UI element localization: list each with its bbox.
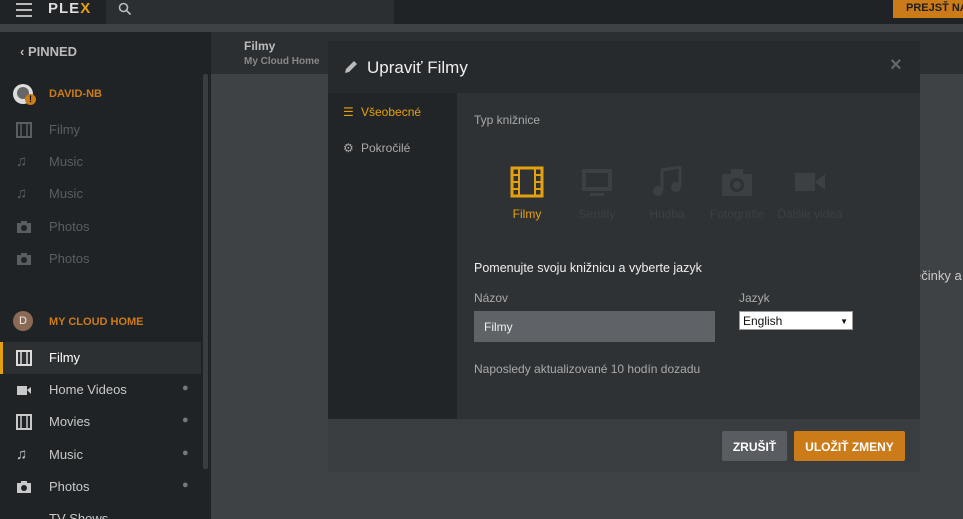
dialog-tabs: ☰ Všeobecné ⚙ Pokročilé [328,93,457,419]
music-icon [653,165,682,196]
pin-icon[interactable]: ● [182,447,189,459]
dropdown-arrow-icon: ▼ [840,317,848,326]
camera-icon [722,169,752,196]
top-bar: PLEX PREJSŤ NA [0,0,963,24]
type-label: Ďalšie videá [777,207,843,221]
warning-icon: ! [25,94,36,105]
sidebar-item-label: Movies [49,414,91,429]
sidebar-item-filmy[interactable]: Filmy [0,114,201,146]
server-name[interactable]: MY CLOUD HOME [49,316,144,328]
sidebar-item-photos[interactable]: Photos ● [0,471,201,503]
sidebar-item-tv-shows[interactable]: TV Shows [0,503,201,519]
sidebar-item-music[interactable]: ♫ Music [0,178,201,210]
sidebar-item-photos[interactable]: Photos [0,243,201,275]
language-value: English [743,314,783,328]
video-camera-icon [17,386,31,395]
sidebar-item-filmy[interactable]: Filmy [0,342,201,374]
sidebar-item-label: Music [49,154,83,169]
gear-icon: ⚙ [343,141,354,155]
dialog-title: Upraviť Filmy [367,58,468,77]
name-label: Názov [474,291,509,305]
sidebar-item-photos[interactable]: Photos [0,211,201,243]
pin-icon[interactable]: ● [182,414,189,426]
page-subtitle: My Cloud Home [244,56,320,67]
film-icon [510,166,544,198]
close-icon[interactable]: × [890,54,902,77]
plex-logo[interactable]: PLEX [48,0,91,18]
pinned-toggle[interactable]: ‹ PINNED [20,44,77,59]
tv-icon [582,169,612,196]
sidebar-item-label: Home Videos [49,382,127,397]
sidebar-item-label: Filmy [49,122,81,137]
sidebar-item-movies[interactable]: Movies ● [0,406,201,438]
video-camera-icon [795,173,825,191]
sidebar-item-label: TV Shows [49,511,109,519]
pin-icon[interactable]: ● [182,479,189,491]
sidebar-item-label: Music [49,186,83,201]
sidebar-item-label: Photos [49,219,90,234]
music-icon: ♫ [16,153,28,170]
last-updated-text: Naposledy aktualizované 10 hodín dozadu [474,362,701,376]
pin-icon[interactable]: ● [182,382,189,394]
film-icon [16,414,32,430]
search-icon [118,2,132,16]
background-text: ečinky a [914,268,962,283]
cancel-button[interactable]: ZRUŠIŤ [722,431,787,461]
save-changes-button[interactable]: ULOŽIŤ ZMENY [794,431,905,461]
library-type-label: Typ knižnice [474,113,541,127]
sidebar-scrollbar[interactable] [203,74,208,469]
sidebar-item-label: Photos [49,479,90,494]
film-icon [16,122,32,138]
camera-icon [17,253,31,265]
language-select[interactable]: English ▼ [739,311,853,330]
sidebar-item-music[interactable]: ♫ Music ● [0,439,201,471]
list-icon: ☰ [343,105,354,119]
camera-icon [17,481,31,493]
server-avatar: ! [13,84,36,105]
tab-label: Pokročilé [361,141,411,155]
go-premium-button[interactable]: PREJSŤ NA [893,0,963,18]
tab-general[interactable]: ☰ Všeobecné [343,105,421,119]
pencil-icon [345,61,357,73]
menu-icon[interactable] [16,3,32,17]
server-avatar: D [13,311,33,331]
tab-advanced[interactable]: ⚙ Pokročilé [343,141,410,155]
type-other-videos[interactable]: Ďalšie videá [765,166,855,221]
language-label: Jazyk [739,291,770,305]
music-icon: ♫ [16,185,28,202]
music-icon: ♫ [16,446,28,463]
sidebar: ‹ PINNED ! DAVID-NB Filmy ♫ Music ♫ Musi… [0,32,211,519]
server-name[interactable]: DAVID-NB [49,88,102,100]
sidebar-item-music[interactable]: ♫ Music [0,146,201,178]
page-title: Filmy [244,39,276,53]
sidebar-item-home-videos[interactable]: Home Videos ● [0,374,201,406]
sidebar-item-label: Filmy [49,350,81,365]
library-name-input[interactable] [474,311,715,342]
camera-icon [17,221,31,233]
edit-library-dialog: Upraviť Filmy × ☰ Všeobecné ⚙ Pokročilé Ty… [328,41,920,472]
sidebar-item-label: Photos [49,251,90,266]
tab-label: Všeobecné [361,105,422,119]
name-section-heading: Pomenujte svoju knižnicu a vyberte jazyk [474,261,702,275]
dialog-content: Typ knižnice Filmy Seriály Hudba Fotogra… [457,93,920,419]
dialog-footer: ZRUŠIŤ ULOŽIŤ ZMENY [328,419,920,472]
dialog-header: Upraviť Filmy × [328,41,920,93]
search-input[interactable] [106,0,394,24]
sidebar-item-label: Music [49,447,83,462]
film-icon [16,350,32,366]
